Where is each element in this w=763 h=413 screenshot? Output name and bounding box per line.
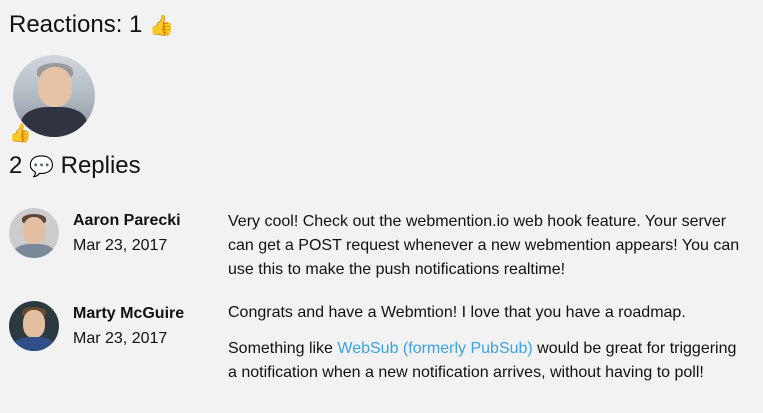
reply-date[interactable]: Mar 23, 2017 xyxy=(73,237,167,255)
avatar[interactable] xyxy=(9,301,59,351)
reactor-avatar-link[interactable]: 👍 xyxy=(9,55,95,143)
thumbs-up-icon: 👍 xyxy=(149,15,174,37)
speech-bubble-icon: 💬 xyxy=(29,156,54,178)
reactions-heading: Reactions: 1 👍 xyxy=(9,11,174,40)
author-name[interactable]: Aaron Parecki xyxy=(73,212,181,230)
replies-label: Replies xyxy=(60,152,141,179)
reactions-label: Reactions: 1 xyxy=(9,11,143,38)
replies-heading: 2 💬 Replies xyxy=(9,152,141,181)
author-name[interactable]: Marty McGuire xyxy=(73,305,184,323)
reply-text-2: Something like WebSub (formerly PubSub) … xyxy=(228,340,737,381)
reply-content: Congrats and have a Webmtion! I love tha… xyxy=(228,301,748,397)
thumbs-up-icon: 👍 xyxy=(9,123,32,143)
replies-count: 2 xyxy=(9,152,23,179)
reply-content: Very cool! Check out the webmention.io w… xyxy=(228,210,748,294)
websub-link[interactable]: WebSub (formerly PubSub) xyxy=(337,340,532,357)
reply-date[interactable]: Mar 23, 2017 xyxy=(73,330,167,348)
reply-text: Congrats and have a Webmtion! I love tha… xyxy=(228,304,686,321)
reply-text: Very cool! Check out the webmention.io w… xyxy=(228,213,740,278)
avatar[interactable] xyxy=(9,208,59,258)
